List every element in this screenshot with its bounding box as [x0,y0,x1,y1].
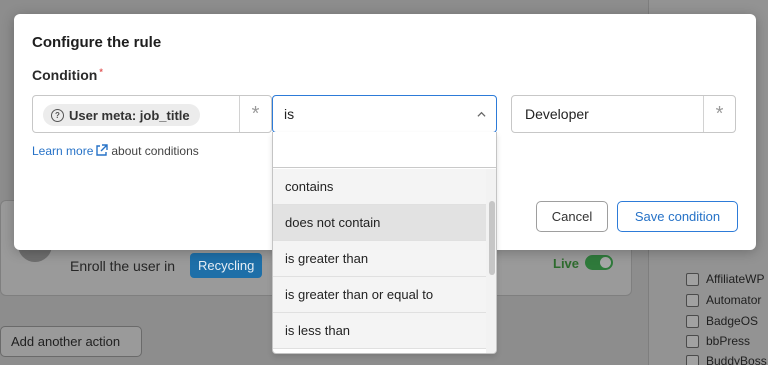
operator-options-list: contains does not contain is greater tha… [273,169,486,349]
enroll-text: Enroll the user in [70,258,176,274]
sidebar-checkbox[interactable] [686,355,699,365]
learn-more-suffix: about conditions [111,144,199,158]
live-label: Live [553,256,580,271]
operator-option-is-less-than[interactable]: is less than [273,313,486,349]
user-meta-icon: ? [51,108,64,122]
chevron-up-icon [477,111,486,117]
value-token-button[interactable]: * [703,96,735,132]
add-another-action-button[interactable]: Add another action [0,326,142,357]
operator-option-contains[interactable]: contains [273,169,486,205]
sidebar-item-label: bbPress [706,334,751,348]
save-condition-button[interactable]: Save condition [617,201,738,232]
sidebar-checkbox[interactable] [686,273,699,286]
value-input-text: Developer [525,106,589,122]
modal-title: Configure the rule [32,34,162,51]
operator-dropdown: contains does not contain is greater tha… [272,132,497,354]
operator-option-does-not-contain[interactable]: does not contain [273,205,486,241]
value-input[interactable]: Developer * [511,95,736,133]
operator-option-is-greater-than-or-equal-to[interactable]: is greater than or equal to [273,277,486,313]
sidebar-checkbox[interactable] [686,315,699,328]
required-marker: * [99,67,103,77]
dropdown-scrollbar[interactable] [486,169,496,353]
condition-field-input[interactable]: ? User meta: job_title * [32,95,272,133]
sidebar-item-label: BadgeOS [706,314,759,328]
sidebar-item-label: BuddyBoss [706,354,767,365]
live-toggle[interactable] [585,255,613,270]
field-token-button[interactable]: * [239,96,271,132]
scrollbar-thumb[interactable] [489,201,495,275]
sidebar-checkbox[interactable] [686,294,699,307]
user-meta-tag[interactable]: ? User meta: job_title [43,104,200,126]
external-link-icon[interactable] [95,144,109,157]
learn-more-line: Learn more about conditions [32,144,199,158]
cancel-button[interactable]: Cancel [536,201,608,232]
sidebar-checkbox[interactable] [686,335,699,348]
course-tag[interactable]: Recycling [190,253,263,278]
condition-label-text: Condition [32,67,98,83]
user-meta-tag-label: User meta: job_title [69,107,190,123]
operator-selected-value: is [284,106,295,122]
condition-label: Condition * [32,67,103,83]
operator-option-is-greater-than[interactable]: is greater than [273,241,486,277]
operator-select[interactable]: is [272,95,497,133]
sidebar-item-label: AffiliateWP [706,272,765,286]
operator-search-input[interactable] [273,132,496,168]
sidebar-item-label: Automator [706,293,762,307]
learn-more-link[interactable]: Learn more [32,144,93,158]
